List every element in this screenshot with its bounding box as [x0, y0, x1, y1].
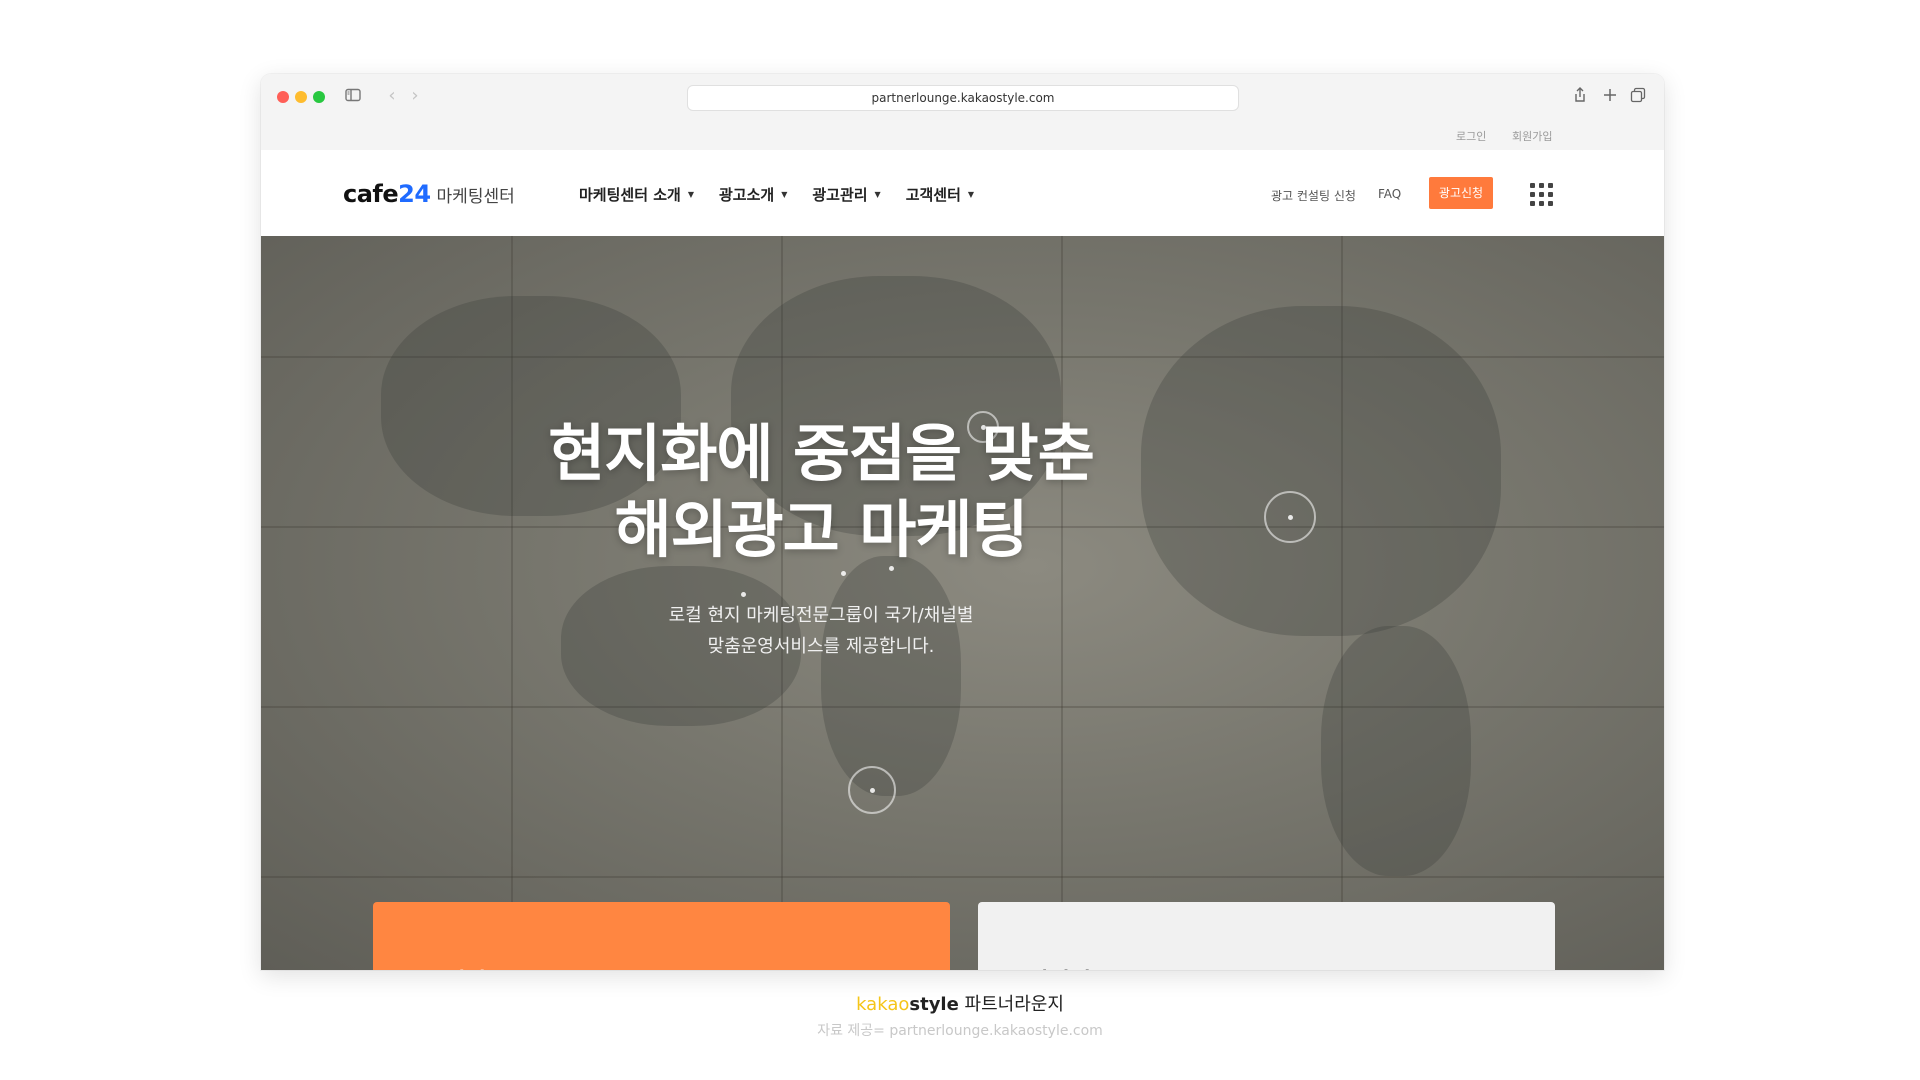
nav-item-ad-management[interactable]: 광고관리 ▼: [812, 184, 880, 205]
browser-window: ‹ › partnerlounge.kakaostyle.com 로그인 회원가…: [261, 74, 1664, 970]
caret-down-icon: ▼: [967, 190, 975, 199]
site-logo[interactable]: cafe 24 마케팅센터: [343, 180, 515, 208]
caption-brand: kakaostyle 파트너라운지: [0, 990, 1920, 1016]
logo-number: 24: [398, 180, 431, 208]
world-map-shape: [821, 556, 961, 796]
card-title: 해외광고: [1026, 962, 1114, 970]
hero-banner: 현지화에 중점을 맞춘 해외광고 마케팅 로컬 현지 마케팅전문그룹이 국가/채…: [261, 236, 1664, 970]
nav-item-label: 광고관리: [812, 186, 868, 204]
login-link[interactable]: 로그인: [1456, 128, 1486, 144]
sidebar-toggle-icon[interactable]: [344, 86, 364, 106]
world-map-shape: [1321, 626, 1471, 876]
domestic-ad-card[interactable]: 국내광고: [373, 902, 950, 970]
logo-subtitle: 마케팅센터: [436, 187, 515, 207]
hero-subtitle-line: 맞춤운영서비스를 제공합니다.: [707, 636, 935, 657]
brand-kakao: kakao: [856, 994, 910, 1015]
hero-title: 현지화에 중점을 맞춘 해외광고 마케팅: [261, 416, 1381, 568]
tab-overview-icon[interactable]: [1629, 86, 1649, 106]
caption-source: 자료 제공= partnerlounge.kakaostyle.com: [817, 1023, 1103, 1039]
app-grid-icon[interactable]: [1530, 183, 1554, 207]
caret-down-icon: ▼: [781, 190, 788, 199]
brand-style: style: [909, 994, 959, 1015]
back-arrow-icon[interactable]: ‹: [382, 86, 402, 106]
hero-title-line: 현지화에 중점을 맞춘: [548, 417, 1095, 490]
close-window-button[interactable]: [277, 91, 289, 103]
browser-titlebar: ‹ › partnerlounge.kakaostyle.com: [261, 74, 1664, 120]
nav-item-label: 광고소개: [718, 186, 775, 204]
hero-title-line: 해외광고 마케팅: [614, 493, 1029, 566]
brand-suffix: 파트너라운지: [958, 994, 1064, 1015]
site-header: cafe 24 마케팅센터 마케팅센터 소개 ▼ 광고소개 ▼ 광고관리 ▼ 고…: [261, 150, 1664, 236]
overseas-ad-card[interactable]: 해외광고: [978, 902, 1555, 970]
card-title: 국내광고: [421, 962, 509, 970]
nav-item-label: 고객센터: [905, 186, 961, 204]
hero-subtitle-line: 로컬 현지 마케팅전문그룹이 국가/채널별: [668, 605, 974, 626]
apply-ad-button[interactable]: 광고신청: [1429, 177, 1493, 209]
new-tab-icon[interactable]: [1601, 86, 1621, 106]
nav-item-label: 마케팅센터 소개: [579, 186, 681, 204]
minimize-window-button[interactable]: [295, 91, 307, 103]
forward-arrow-icon[interactable]: ›: [405, 86, 425, 106]
nav-item-ad-intro[interactable]: 광고소개 ▼: [719, 184, 787, 205]
logo-wordmark: cafe: [343, 180, 399, 208]
caret-down-icon: ▼: [874, 190, 881, 199]
ad-consulting-link[interactable]: 광고 컨설팅 신청: [1271, 187, 1356, 204]
signup-link[interactable]: 회원가입: [1512, 128, 1552, 144]
main-navigation: 마케팅센터 소개 ▼ 광고소개 ▼ 광고관리 ▼ 고객센터 ▼: [579, 184, 999, 205]
map-pin-dot: [870, 788, 875, 793]
maximize-window-button[interactable]: [313, 91, 325, 103]
share-icon[interactable]: [1571, 86, 1591, 106]
map-pin-dot: [741, 592, 746, 597]
faq-link[interactable]: FAQ: [1378, 187, 1401, 201]
address-bar[interactable]: partnerlounge.kakaostyle.com: [687, 85, 1239, 111]
utility-bar: 로그인 회원가입: [261, 120, 1664, 150]
floor-tile-line: [261, 876, 1664, 878]
caret-down-icon: ▼: [687, 190, 694, 199]
hero-subtitle: 로컬 현지 마케팅전문그룹이 국가/채널별 맞춤운영서비스를 제공합니다.: [261, 600, 1381, 662]
nav-item-customer-center[interactable]: 고객센터 ▼: [906, 184, 974, 205]
nav-item-marketing-center[interactable]: 마케팅센터 소개 ▼: [579, 184, 694, 205]
map-pin-dot: [841, 571, 846, 576]
